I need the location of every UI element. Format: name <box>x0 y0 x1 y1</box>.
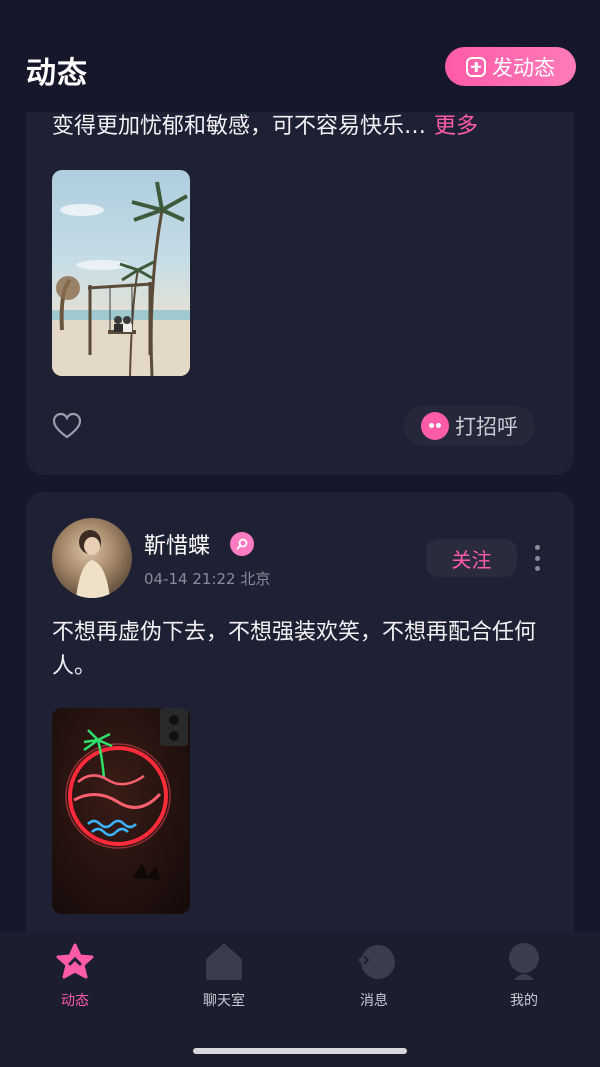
star-icon <box>55 942 95 982</box>
post-meta: 04-14 21:22 北京 <box>144 568 270 589</box>
create-post-label: 发动态 <box>492 55 555 80</box>
page-title: 动态 <box>26 56 88 91</box>
tab-label: 聊天室 <box>203 993 245 1009</box>
avatar-photo <box>76 530 110 598</box>
tab-messages[interactable]: 消息 <box>324 942 424 1010</box>
person-icon <box>504 942 544 982</box>
smile-face-icon <box>421 412 449 440</box>
home-indicator[interactable] <box>193 1048 407 1054</box>
female-badge-icon <box>230 532 254 556</box>
house-icon <box>204 942 244 982</box>
post-date: 04-14 21:22 <box>144 570 236 588</box>
follow-button[interactable]: 关注 <box>426 539 517 577</box>
create-post-button[interactable]: 发动态 <box>445 47 576 86</box>
tab-profile[interactable]: 我的 <box>474 942 574 1010</box>
plus-square-icon <box>466 56 486 77</box>
username[interactable]: 靳惜蝶 <box>144 528 210 560</box>
heart-icon[interactable] <box>52 412 82 444</box>
post-image-neon[interactable] <box>52 708 190 914</box>
chat-bubble-icon <box>354 942 395 982</box>
tab-label: 消息 <box>360 993 388 1009</box>
tab-moments[interactable]: 动态 <box>25 942 125 1010</box>
post-card: 变得更加忧郁和敏感，可不容易快乐… 更多 打招呼 <box>26 60 574 475</box>
post-image-beach[interactable] <box>52 170 190 376</box>
beach-swing-photo <box>52 181 190 376</box>
post-text: 不想再虚伪下去，不想强装欢笑，不想再配合任何人。 <box>52 620 537 679</box>
greet-label: 打招呼 <box>455 415 518 439</box>
tab-label: 我的 <box>510 993 538 1009</box>
tab-chatroom[interactable]: 聊天室 <box>174 942 274 1010</box>
post-card: 靳惜蝶 04-14 21:22 北京 关注 不想再虚伪下去，不想强装欢笑，不想再… <box>26 492 574 952</box>
bottom-tab-bar: 动态 聊天室 消息 我的 <box>0 932 600 1067</box>
greet-button[interactable]: 打招呼 <box>403 406 535 446</box>
post-text-content: 变得更加忧郁和敏感，可不容易快乐… <box>52 114 427 139</box>
avatar[interactable] <box>52 518 132 598</box>
post-location: 北京 <box>240 570 271 588</box>
neon-paradise-sign-photo <box>65 708 188 880</box>
more-options-icon[interactable] <box>532 545 542 571</box>
tab-label: 动态 <box>61 993 89 1009</box>
app-header: 动态 发动态 <box>0 0 600 112</box>
more-link[interactable]: 更多 <box>434 114 478 139</box>
post-text: 变得更加忧郁和敏感，可不容易快乐… 更多 <box>52 110 552 144</box>
